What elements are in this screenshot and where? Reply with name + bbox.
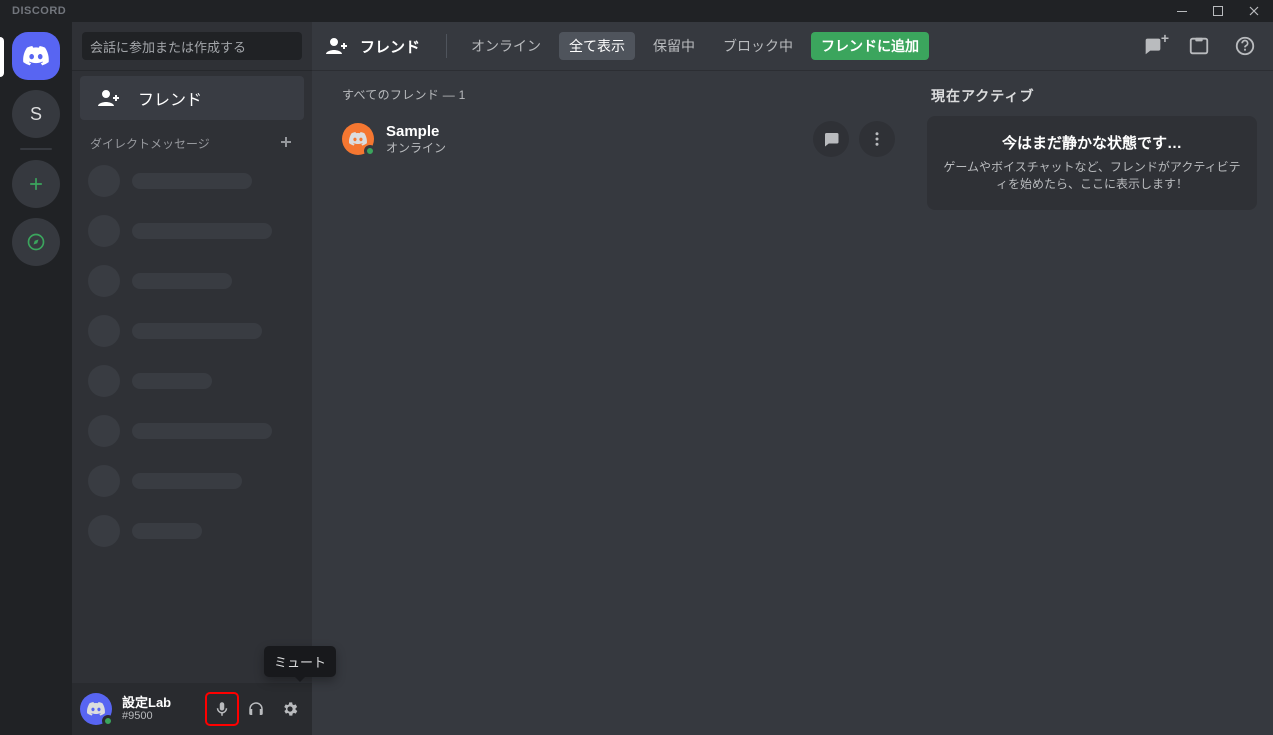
status-indicator-online	[102, 715, 114, 727]
compass-icon	[22, 232, 50, 252]
add-server-button[interactable]	[12, 160, 60, 208]
user-name-block[interactable]: 設定Lab #9500	[122, 696, 202, 722]
explore-servers-button[interactable]	[12, 218, 60, 266]
user-name: 設定Lab	[122, 696, 202, 710]
server-list: S	[0, 22, 72, 735]
friend-more-button[interactable]	[859, 121, 895, 157]
app-logo-text: DISCORD	[12, 5, 66, 17]
topbar-title: フレンド	[360, 36, 420, 57]
dm-section-header: ダイレクトメッセージ	[90, 135, 210, 152]
new-group-dm-button[interactable]: +	[1139, 32, 1167, 60]
topbar-divider	[446, 34, 447, 58]
sidebar-friends-label: フレンド	[138, 86, 202, 110]
content-area: フレンド オンライン 全て表示 保留中 ブロック中 フレンドに追加 +	[312, 22, 1273, 735]
topbar: フレンド オンライン 全て表示 保留中 ブロック中 フレンドに追加 +	[312, 22, 1273, 70]
microphone-icon	[213, 700, 231, 718]
window-maximize-button[interactable]	[1207, 0, 1229, 22]
server-list-divider	[20, 148, 52, 150]
dm-list-placeholder	[72, 159, 312, 553]
tab-pending[interactable]: 保留中	[643, 32, 705, 60]
sidebar-friends-tab[interactable]: フレンド	[80, 76, 304, 120]
friend-status: オンライン	[386, 141, 801, 155]
friends-icon	[326, 38, 350, 54]
tab-all[interactable]: 全て表示	[559, 32, 635, 60]
message-icon	[822, 130, 840, 148]
help-button[interactable]	[1231, 32, 1259, 60]
activity-header: 現在アクティブ	[931, 86, 1257, 106]
find-conversation-input[interactable]: 会話に参加または作成する	[82, 32, 302, 60]
more-vertical-icon	[868, 130, 886, 148]
deafen-button[interactable]	[240, 693, 272, 725]
user-settings-button[interactable]	[274, 693, 306, 725]
inbox-button[interactable]	[1185, 32, 1213, 60]
server-letter: S	[30, 104, 42, 125]
inbox-icon	[1188, 35, 1210, 57]
mute-button[interactable]	[206, 693, 238, 725]
status-indicator-online	[364, 145, 376, 157]
friends-icon	[98, 90, 122, 106]
window-close-button[interactable]	[1243, 0, 1265, 22]
dm-sidebar: 会話に参加または作成する フレンド ダイレクトメッセージ	[72, 22, 312, 735]
discord-logo-icon	[348, 132, 368, 146]
activity-empty-title: 今はまだ静かな状態です…	[941, 132, 1243, 153]
tab-online[interactable]: オンライン	[461, 32, 551, 60]
window-minimize-button[interactable]	[1171, 0, 1193, 22]
friend-avatar	[342, 123, 374, 155]
plus-icon	[22, 174, 50, 194]
plus-icon	[278, 134, 294, 150]
activity-empty-subtitle: ゲームやボイスチャットなど、フレンドがアクティビティを始めたら、ここに表示します…	[941, 159, 1243, 194]
user-panel: ミュート 設定Lab #9500	[72, 683, 312, 735]
discord-logo-icon	[86, 702, 106, 716]
friends-list-header: すべてのフレンド — 1	[342, 86, 895, 103]
headphones-icon	[247, 700, 265, 718]
discord-logo-icon	[22, 46, 50, 66]
user-discriminator: #9500	[122, 710, 202, 722]
activity-sidebar: 現在アクティブ 今はまだ静かな状態です… ゲームやボイスチャットなど、フレンドが…	[915, 70, 1273, 735]
friend-row[interactable]: Sample オンライン	[342, 115, 895, 163]
home-button[interactable]	[12, 32, 60, 80]
friends-list: すべてのフレンド — 1 Sample オンライン	[312, 70, 915, 735]
gear-icon	[281, 700, 299, 718]
friend-message-button[interactable]	[813, 121, 849, 157]
tab-blocked[interactable]: ブロック中	[713, 32, 803, 60]
find-conversation-placeholder: 会話に参加または作成する	[90, 37, 246, 56]
server-selected-pill	[0, 37, 4, 77]
user-avatar[interactable]	[80, 693, 112, 725]
activity-empty-card: 今はまだ静かな状態です… ゲームやボイスチャットなど、フレンドがアクティビティを…	[927, 116, 1257, 210]
friend-name: Sample	[386, 123, 801, 141]
tab-add-friend[interactable]: フレンドに追加	[811, 32, 929, 60]
mute-tooltip: ミュート	[264, 646, 336, 677]
help-icon	[1234, 35, 1256, 57]
titlebar: DISCORD	[0, 0, 1273, 22]
server-item[interactable]: S	[12, 90, 60, 138]
create-dm-button[interactable]	[278, 134, 294, 153]
